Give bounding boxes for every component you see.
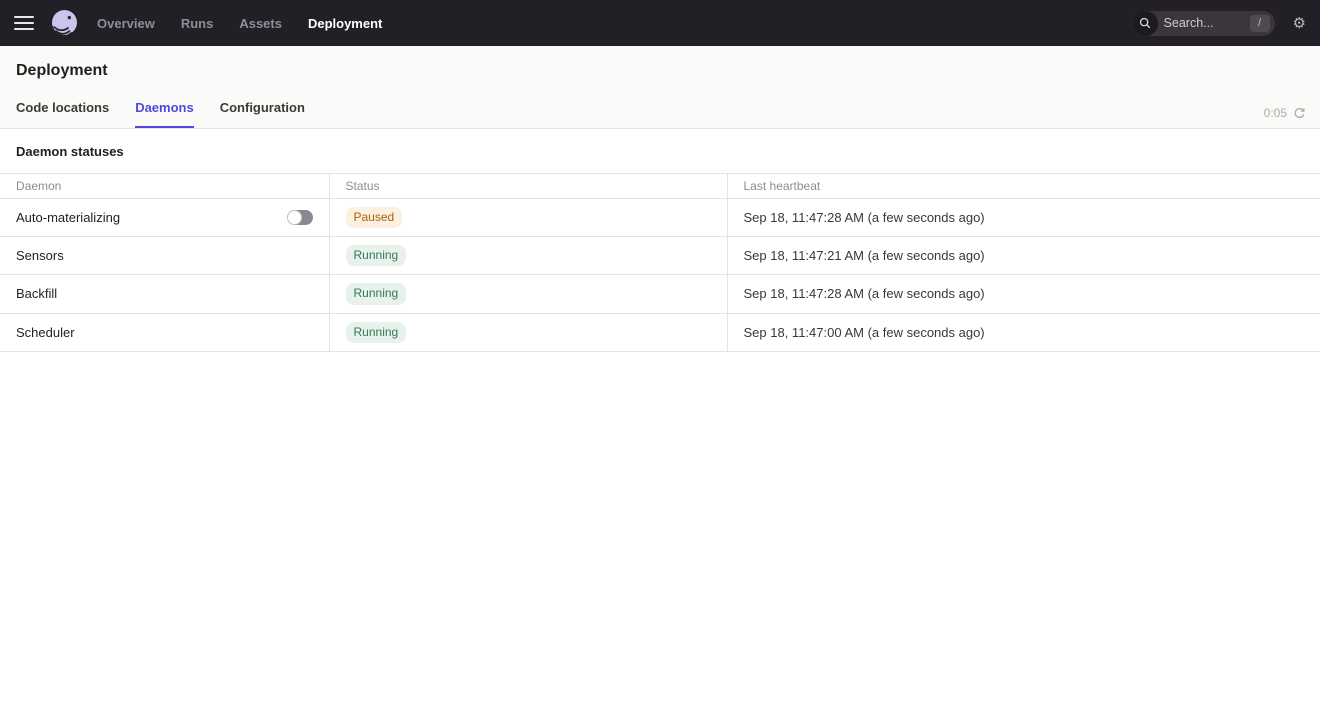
search-input[interactable] (1158, 16, 1250, 30)
search-shortcut-badge: / (1250, 15, 1270, 32)
search-icon (1133, 11, 1158, 36)
status-badge: Running (346, 283, 407, 304)
auto-refresh-indicator: 0:05 (1264, 106, 1306, 120)
table-row-sensors: Sensors Running Sep 18, 11:47:21 AM (a f… (0, 237, 1320, 275)
dagster-logo[interactable] (50, 9, 79, 38)
last-heartbeat-value: Sep 18, 11:47:00 AM (a few seconds ago) (727, 313, 1320, 351)
table-row-scheduler: Scheduler Running Sep 18, 11:47:00 AM (a… (0, 313, 1320, 351)
primary-nav: Overview Runs Assets Deployment (97, 16, 382, 31)
tab-daemons[interactable]: Daemons (135, 100, 194, 128)
last-heartbeat-value: Sep 18, 11:47:28 AM (a few seconds ago) (727, 199, 1320, 237)
table-row-auto-materializing: Auto-materializing Paused Sep 18, 11:47:… (0, 199, 1320, 237)
last-heartbeat-value: Sep 18, 11:47:28 AM (a few seconds ago) (727, 275, 1320, 313)
table-row-backfill: Backfill Running Sep 18, 11:47:28 AM (a … (0, 275, 1320, 313)
table-header-row: Daemon Status Last heartbeat (0, 174, 1320, 199)
nav-item-assets[interactable]: Assets (239, 16, 282, 31)
hamburger-menu-icon[interactable] (14, 16, 34, 30)
daemon-status-table: Daemon Status Last heartbeat Auto-materi… (0, 173, 1320, 352)
last-heartbeat-value: Sep 18, 11:47:21 AM (a few seconds ago) (727, 237, 1320, 275)
column-header-status: Status (329, 174, 727, 199)
status-badge: Running (346, 245, 407, 266)
auto-materializing-toggle[interactable] (287, 210, 313, 225)
nav-item-runs[interactable]: Runs (181, 16, 214, 31)
settings-gear-icon[interactable]: ⚙ (1293, 16, 1306, 31)
daemon-name: Backfill (16, 286, 57, 301)
column-header-last-heartbeat: Last heartbeat (727, 174, 1320, 199)
tab-code-locations[interactable]: Code locations (16, 100, 109, 128)
nav-item-overview[interactable]: Overview (97, 16, 155, 31)
status-badge: Paused (346, 207, 403, 228)
deployment-tabs: Code locations Daemons Configuration (16, 100, 1304, 128)
daemon-name: Auto-materializing (16, 210, 120, 225)
refresh-countdown: 0:05 (1264, 106, 1287, 120)
daemon-name: Scheduler (16, 325, 75, 340)
section-title: Daemon statuses (0, 129, 1320, 173)
top-navigation-bar: Overview Runs Assets Deployment / ⚙ (0, 0, 1320, 46)
daemon-name: Sensors (16, 248, 64, 263)
refresh-icon[interactable] (1293, 107, 1306, 120)
tab-configuration[interactable]: Configuration (220, 100, 305, 128)
toggle-knob (287, 210, 302, 225)
topbar-right: / ⚙ (1133, 11, 1306, 36)
page-header: Deployment Code locations Daemons Config… (0, 46, 1320, 129)
page-title: Deployment (16, 46, 1304, 100)
column-header-daemon: Daemon (0, 174, 329, 199)
status-badge: Running (346, 322, 407, 343)
daemons-content: Daemon statuses Daemon Status Last heart… (0, 129, 1320, 352)
nav-item-deployment[interactable]: Deployment (308, 16, 382, 31)
global-search[interactable]: / (1133, 11, 1275, 36)
